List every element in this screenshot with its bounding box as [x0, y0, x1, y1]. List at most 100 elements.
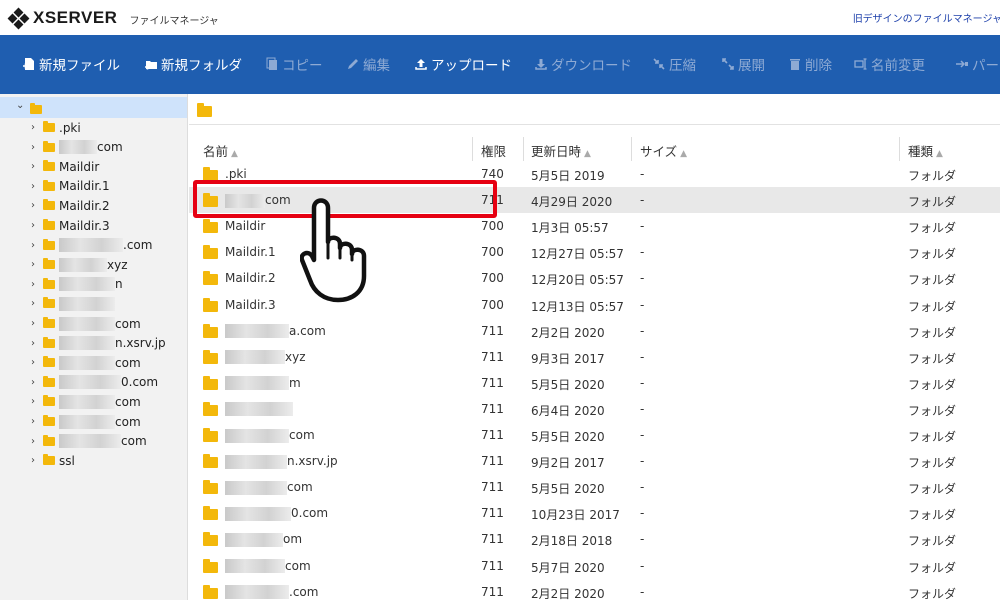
cell-name: Maildir.2 — [225, 271, 276, 286]
new-file-button[interactable]: 新規ファイル — [22, 54, 120, 74]
cell-type: フォルダ — [908, 456, 957, 471]
sort-icon: ▲︎ — [936, 149, 943, 159]
tree-item[interactable]: › com — [31, 392, 141, 411]
tree-item[interactable]: › com — [31, 353, 141, 372]
folder-icon — [43, 121, 55, 132]
table-row[interactable]: n.xsrv.jp 711 9月2日 2017 - フォルダ — [189, 448, 1000, 474]
chevron-right-icon[interactable]: › — [31, 436, 41, 447]
download-button[interactable]: ダウンロード — [534, 54, 632, 74]
chevron-right-icon[interactable]: › — [31, 161, 41, 172]
logo-diamond-icon — [7, 7, 30, 30]
header: XSERVER ファイルマネージャ 旧デザインのファイルマネージャ — [0, 0, 1000, 35]
table-row[interactable]: om 711 2月18日 2018 - フォルダ — [189, 526, 1000, 552]
cell-perm: 711 — [481, 480, 504, 495]
folder-icon — [203, 506, 218, 521]
tree-item[interactable]: › — [31, 294, 115, 313]
cell-size: - — [640, 375, 645, 390]
delete-button[interactable]: 削除 — [788, 54, 832, 74]
folder-icon[interactable] — [197, 103, 212, 117]
redacted-text — [225, 480, 287, 495]
column-type[interactable]: 種類 ▲︎ — [908, 141, 943, 160]
chevron-right-icon[interactable]: › — [31, 455, 41, 466]
cell-type: フォルダ — [908, 195, 957, 210]
column-name[interactable]: 名前 ▲︎ — [203, 141, 238, 160]
tree-item[interactable]: › com — [31, 138, 123, 157]
chevron-right-icon[interactable]: › — [31, 142, 41, 153]
tree-item[interactable]: › xyz — [31, 255, 128, 274]
table-row[interactable]: .com 711 2月2日 2020 - フォルダ — [189, 579, 1000, 605]
tree-item[interactable]: › Maildir.1 — [31, 177, 110, 196]
tree-root[interactable]: ⌄ — [0, 97, 187, 118]
folder-icon — [203, 375, 218, 390]
tree-item-label: Maildir.3 — [59, 218, 110, 233]
tree-item[interactable]: › com — [31, 412, 141, 431]
copy-button[interactable]: コピー — [265, 54, 323, 74]
chevron-right-icon[interactable]: › — [31, 396, 41, 407]
tree-item[interactable]: › Maildir.3 — [31, 216, 110, 235]
rename-button[interactable]: 名前変更 — [854, 54, 925, 74]
tree-item[interactable]: › Maildir — [31, 157, 99, 176]
chevron-right-icon[interactable]: › — [31, 240, 41, 251]
tree-item-label: .com — [123, 238, 153, 253]
table-row[interactable]: a.com 711 2月2日 2020 - フォルダ — [189, 318, 1000, 344]
tree-item[interactable]: › Maildir.2 — [31, 196, 110, 215]
cell-name: a.com — [225, 324, 326, 339]
tree-item[interactable]: › ssl — [31, 451, 75, 470]
new-folder-button[interactable]: 新規フォルダ — [144, 54, 242, 74]
tree-item-label: Maildir.1 — [59, 179, 110, 194]
folder-icon — [43, 179, 55, 191]
cell-type: フォルダ — [908, 273, 957, 288]
chevron-right-icon[interactable]: › — [31, 279, 41, 290]
tree-item[interactable]: › com — [31, 432, 147, 451]
chevron-right-icon[interactable]: › — [31, 200, 41, 211]
tree-item[interactable]: › .com — [31, 236, 152, 255]
tree-item[interactable]: › com — [31, 314, 141, 333]
extract-label: 展開 — [738, 58, 765, 74]
table-row[interactable]: xyz 711 9月3日 2017 - フォルダ — [189, 344, 1000, 370]
new-file-label: 新規ファイル — [39, 58, 120, 74]
chevron-right-icon[interactable]: › — [31, 357, 41, 368]
tree-item-label: Maildir — [59, 159, 100, 174]
table-row[interactable]: 0.com 711 10月23日 2017 - フォルダ — [189, 500, 1000, 526]
table-row[interactable]: m 711 5月5日 2020 - フォルダ — [189, 370, 1000, 396]
chevron-right-icon[interactable]: › — [31, 122, 41, 133]
tree-item[interactable]: › n.xsrv.jp — [31, 334, 166, 353]
chevron-right-icon[interactable]: › — [31, 377, 41, 388]
tree-item[interactable]: › .pki — [31, 118, 81, 137]
chevron-right-icon[interactable]: › — [31, 181, 41, 192]
redacted-text — [225, 350, 285, 365]
directory-tree: ⌄ › .pki › com › Maildir › Maildir.1 › Maildir.2 ›… — [0, 94, 188, 600]
table-row[interactable]: com 711 5月5日 2020 - フォルダ — [189, 474, 1000, 500]
table-row[interactable]: 711 6月4日 2020 - フォルダ — [189, 396, 1000, 422]
old-design-link[interactable]: 旧デザインのファイルマネージャ — [853, 10, 1000, 25]
cell-date: 12月13日 05:57 — [531, 299, 624, 314]
chevron-right-icon[interactable]: › — [31, 416, 41, 427]
column-size[interactable]: サイズ ▲︎ — [640, 141, 687, 160]
chevron-right-icon[interactable]: › — [31, 259, 41, 270]
cell-type: フォルダ — [908, 586, 957, 601]
folder-icon — [203, 297, 218, 312]
column-permission[interactable]: 権限 — [481, 141, 506, 160]
chevron-right-icon[interactable]: › — [31, 318, 41, 329]
xserver-logo[interactable]: XSERVER ファイルマネージャ — [7, 7, 219, 30]
cell-size: - — [640, 584, 645, 599]
cell-size: - — [640, 506, 645, 521]
compress-icon — [653, 58, 665, 70]
chevron-down-icon[interactable]: ⌄ — [16, 100, 24, 111]
extract-button[interactable]: 展開 — [721, 54, 765, 74]
chevron-right-icon[interactable]: › — [31, 298, 41, 309]
compress-button[interactable]: 圧縮 — [652, 54, 696, 74]
copy-icon — [266, 57, 277, 70]
edit-button[interactable]: 編集 — [346, 54, 390, 74]
chevron-right-icon[interactable]: › — [31, 220, 41, 231]
permission-button[interactable]: パー — [955, 54, 999, 74]
tree-item[interactable]: › 0.com — [31, 373, 158, 392]
table-row[interactable]: com 711 5月7日 2020 - フォルダ — [189, 553, 1000, 579]
table-row[interactable]: com 711 5月5日 2020 - フォルダ — [189, 422, 1000, 448]
column-modified[interactable]: 更新日時 ▲︎ — [531, 141, 591, 160]
upload-button[interactable]: アップロード — [414, 54, 512, 74]
tree-item[interactable]: › n — [31, 275, 123, 294]
cell-size: - — [640, 297, 645, 312]
cell-date: 4月29日 2020 — [531, 195, 613, 210]
chevron-right-icon[interactable]: › — [31, 338, 41, 349]
